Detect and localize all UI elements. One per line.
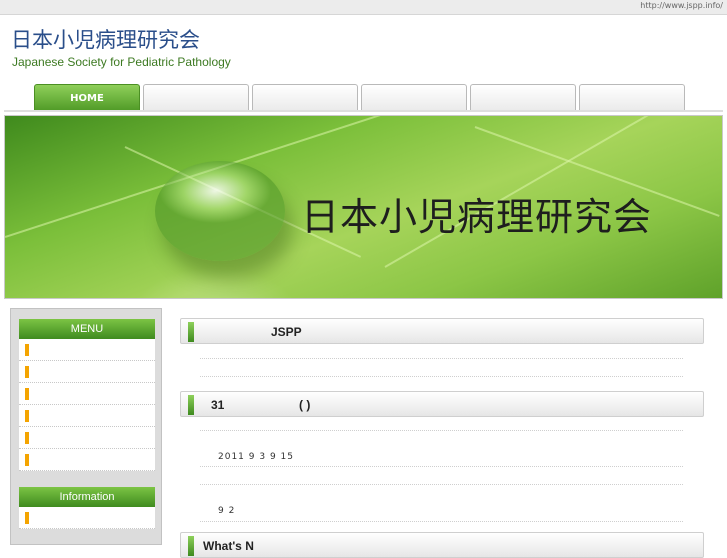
section-title-number: 31 bbox=[211, 398, 225, 412]
bullet-icon bbox=[25, 454, 29, 466]
bullet-icon bbox=[25, 344, 29, 356]
site-title-english[interactable]: Japanese Society for Pediatric Pathology bbox=[12, 55, 231, 69]
main-content: JSPP 31 ( ) 2011 9 3 9 15 9 2 What's N bbox=[172, 308, 727, 558]
dotted-divider bbox=[200, 466, 683, 467]
water-drop-image bbox=[155, 161, 285, 261]
top-url-bar: http://www.jspp.info/ bbox=[0, 0, 727, 15]
menu-panel-title: MENU bbox=[19, 319, 155, 339]
nav-tab-3[interactable] bbox=[252, 84, 358, 111]
dotted-divider bbox=[200, 521, 683, 522]
information-panel-title: Information bbox=[19, 487, 155, 507]
section-header-jspp: JSPP bbox=[180, 318, 704, 344]
nav-tab-home[interactable]: HOME bbox=[34, 84, 140, 111]
section-header-meeting: 31 ( ) bbox=[180, 391, 704, 417]
menu-item[interactable] bbox=[19, 339, 155, 361]
bullet-icon bbox=[25, 512, 29, 524]
site-url: http://www.jspp.info/ bbox=[640, 1, 723, 10]
menu-item[interactable] bbox=[19, 427, 155, 449]
bullet-icon bbox=[25, 432, 29, 444]
dotted-divider bbox=[200, 430, 683, 431]
section-marker-icon bbox=[188, 536, 194, 556]
bullet-icon bbox=[25, 388, 29, 400]
nav-divider bbox=[4, 110, 723, 112]
nav-tab-6[interactable] bbox=[579, 84, 685, 111]
information-panel: Information bbox=[19, 487, 155, 529]
nav-tab-4[interactable] bbox=[361, 84, 467, 111]
dotted-divider bbox=[200, 358, 683, 359]
bullet-icon bbox=[25, 366, 29, 378]
dotted-divider bbox=[200, 484, 683, 485]
section-header-whats-new: What's N bbox=[180, 532, 704, 558]
sidebar: MENU Information bbox=[10, 308, 162, 545]
dotted-divider bbox=[200, 376, 683, 377]
meeting-date-text: 2011 9 3 9 15 bbox=[218, 452, 294, 462]
menu-item[interactable] bbox=[19, 383, 155, 405]
menu-item[interactable] bbox=[19, 361, 155, 383]
hero-banner: 日本小児病理研究会 bbox=[4, 115, 723, 299]
menu-item[interactable] bbox=[19, 449, 155, 471]
information-item[interactable] bbox=[19, 507, 155, 529]
nav-tab-2[interactable] bbox=[143, 84, 249, 111]
section-title-paren: ( ) bbox=[299, 398, 311, 412]
meeting-info-text: 9 2 bbox=[218, 506, 236, 516]
section-marker-icon bbox=[188, 395, 194, 415]
section-title: JSPP bbox=[271, 325, 302, 339]
section-title: What's N bbox=[203, 539, 254, 553]
site-title-japanese[interactable]: 日本小児病理研究会 bbox=[11, 24, 200, 54]
hero-title: 日本小児病理研究会 bbox=[301, 195, 653, 239]
nav-tab-5[interactable] bbox=[470, 84, 576, 111]
menu-panel: MENU bbox=[19, 319, 155, 471]
bullet-icon bbox=[25, 410, 29, 422]
menu-item[interactable] bbox=[19, 405, 155, 427]
section-marker-icon bbox=[188, 322, 194, 342]
